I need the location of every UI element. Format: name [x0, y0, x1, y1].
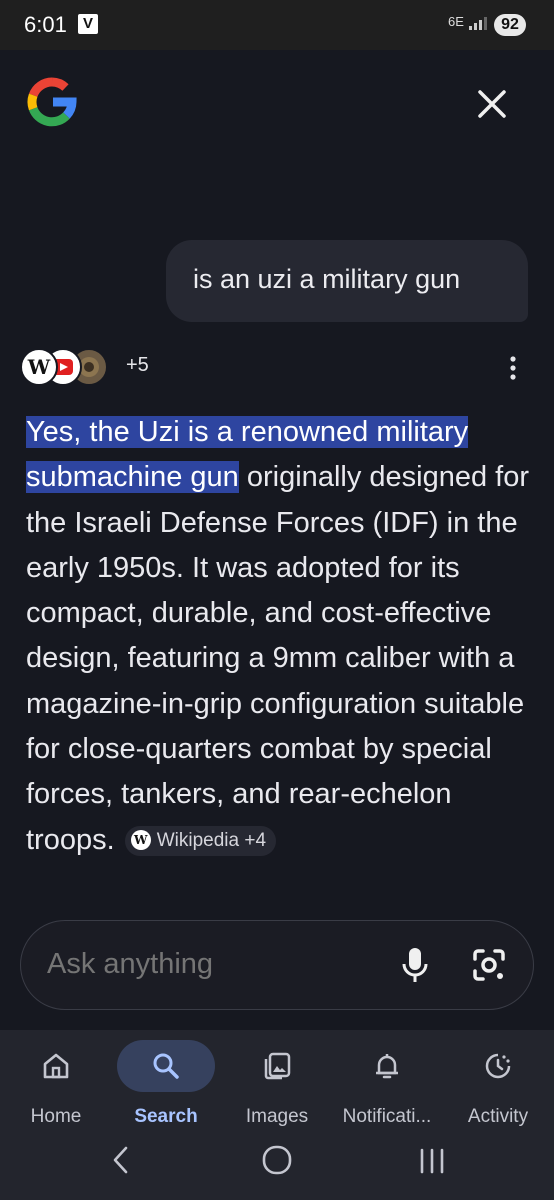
citation-label: Wikipedia +4: [156, 830, 267, 852]
nav-home-label: Home: [30, 1106, 82, 1127]
wikipedia-icon: W: [130, 829, 151, 850]
ask-input[interactable]: [47, 948, 347, 981]
source-icons[interactable]: W +5: [20, 348, 149, 386]
bottom-navigation: Home Search Images Notificati... Activit…: [0, 1030, 554, 1200]
user-query-text: is an uzi a military gun: [193, 264, 461, 294]
nav-notifications[interactable]: Notificati...: [332, 1040, 442, 1140]
nav-images-label: Images: [245, 1106, 309, 1127]
network-indicator: 6E: [448, 14, 488, 31]
battery-level: 92: [494, 14, 526, 36]
google-lens-icon[interactable]: [469, 945, 509, 985]
close-icon[interactable]: [470, 82, 514, 126]
status-time: 6:01: [24, 12, 67, 37]
recent-apps-icon[interactable]: [414, 1142, 450, 1178]
status-bar: 6:01 V 6E 92: [0, 0, 554, 50]
google-g-logo: [27, 77, 77, 127]
signal-icon: [468, 16, 487, 30]
more-options-icon[interactable]: [500, 352, 526, 384]
nav-notifications-label: Notificati...: [342, 1106, 432, 1127]
activity-icon: [485, 1053, 511, 1079]
nav-images[interactable]: Images: [222, 1040, 332, 1140]
citation-chip[interactable]: W Wikipedia +4: [124, 826, 277, 857]
search-icon: [153, 1053, 179, 1079]
home-button-icon[interactable]: [259, 1142, 295, 1178]
nav-search-label: Search: [134, 1106, 198, 1127]
home-icon: [43, 1053, 69, 1079]
nav-activity-label: Activity: [467, 1106, 529, 1127]
nav-home[interactable]: Home: [1, 1040, 111, 1140]
app-notification-icon: V: [78, 14, 98, 34]
user-query-bubble: is an uzi a military gun: [166, 240, 528, 322]
images-icon: [264, 1052, 291, 1080]
nav-activity[interactable]: Activity: [443, 1040, 553, 1140]
bell-icon: [376, 1054, 398, 1079]
network-label: 6E: [448, 14, 464, 29]
wikipedia-icon: W: [20, 348, 58, 386]
nav-search[interactable]: Search: [111, 1040, 221, 1140]
microphone-icon[interactable]: [395, 945, 435, 985]
back-icon[interactable]: [104, 1142, 140, 1178]
ai-answer: Yes, the Uzi is a renowned military subm…: [26, 410, 531, 863]
more-sources-count: +5: [126, 354, 149, 376]
ask-bar: [20, 920, 534, 1010]
answer-body: originally designed for the Israeli Defe…: [26, 461, 529, 856]
